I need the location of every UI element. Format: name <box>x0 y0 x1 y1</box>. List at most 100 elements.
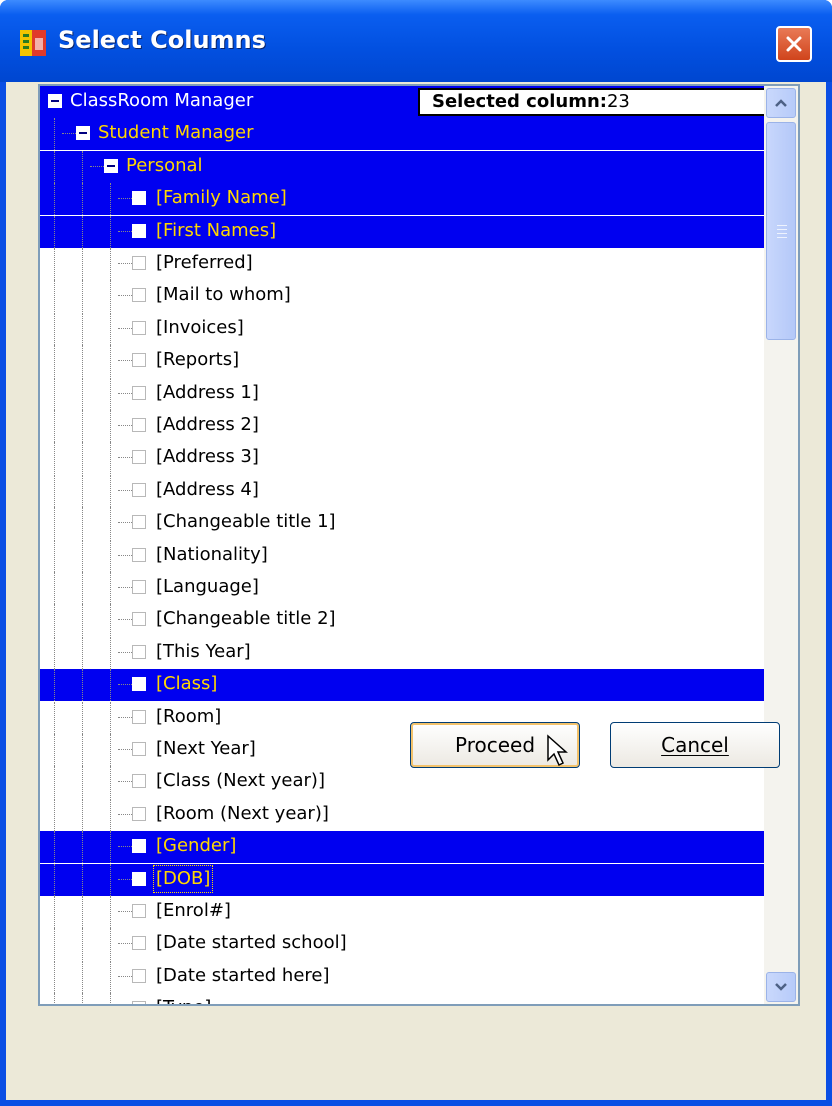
collapse-icon[interactable] <box>104 159 118 173</box>
tree-column-item[interactable]: [Invoices] <box>40 313 764 345</box>
column-checkbox[interactable] <box>132 418 146 432</box>
collapse-icon[interactable] <box>48 94 62 108</box>
tree-item-label: [Family Name] <box>156 187 287 208</box>
tree-column-item[interactable]: [Date started here] <box>40 961 764 993</box>
tree-connector-line <box>118 555 132 556</box>
tree-connector-line <box>118 490 132 491</box>
tree-guide-line <box>82 702 83 734</box>
tree-column-item[interactable]: [Reports] <box>40 345 764 377</box>
tree-column-item[interactable]: [Changeable title 1] <box>40 507 764 539</box>
column-checkbox[interactable] <box>132 321 146 335</box>
tree-guide-line <box>82 734 83 766</box>
collapse-icon[interactable] <box>76 126 90 140</box>
tree-column-item[interactable]: [Room (Next year)] <box>40 799 764 831</box>
app-icon <box>20 30 46 56</box>
tree-guide-line <box>110 864 111 896</box>
tree-guide-line <box>54 896 55 928</box>
tree-column-item[interactable]: [Class (Next year)] <box>40 766 764 798</box>
title-bar[interactable]: Select Columns <box>0 0 832 82</box>
column-checkbox[interactable] <box>132 224 146 238</box>
tree-column-item[interactable]: [Gender] <box>40 831 764 863</box>
column-checkbox[interactable] <box>132 904 146 918</box>
tree-column-item[interactable]: [Address 2] <box>40 410 764 442</box>
column-checkbox[interactable] <box>132 774 146 788</box>
tree-column-item[interactable]: [Nationality] <box>40 540 764 572</box>
column-checkbox[interactable] <box>132 645 146 659</box>
selected-count-value: 23 <box>606 91 630 112</box>
column-checkbox[interactable] <box>132 288 146 302</box>
column-checkbox[interactable] <box>132 807 146 821</box>
tree-guide-line <box>82 572 83 604</box>
cancel-button[interactable]: Cancel <box>610 722 780 768</box>
thumb-grip-line <box>777 237 787 238</box>
column-checkbox[interactable] <box>132 191 146 205</box>
tree-column-item[interactable]: [Language] <box>40 572 764 604</box>
cancel-label: Cancel <box>661 733 729 757</box>
column-checkbox[interactable] <box>132 612 146 626</box>
tree-guide-line <box>54 345 55 377</box>
tree-group-node[interactable]: Personal <box>40 151 764 183</box>
column-checkbox[interactable] <box>132 580 146 594</box>
scroll-up-button[interactable] <box>766 88 796 118</box>
column-checkbox[interactable] <box>132 969 146 983</box>
close-button[interactable] <box>776 26 812 62</box>
tree-guide-line <box>110 216 111 248</box>
column-checkbox[interactable] <box>132 256 146 270</box>
scroll-down-button[interactable] <box>766 972 796 1002</box>
tree-guide-line <box>82 928 83 960</box>
tree-guide-line <box>110 183 111 215</box>
tree-guide-line <box>82 831 83 863</box>
tree-guide-line <box>54 961 55 993</box>
tree-guide-line <box>54 734 55 766</box>
tree-guide-line <box>82 507 83 539</box>
tree-guide-line <box>110 475 111 507</box>
column-checkbox[interactable] <box>132 1001 146 1004</box>
tree-column-item[interactable]: [Mail to whom] <box>40 280 764 312</box>
column-checkbox[interactable] <box>132 710 146 724</box>
tree-guide-line <box>82 280 83 312</box>
chevron-up-icon <box>775 99 787 107</box>
tree-column-item[interactable]: [Class] <box>40 669 764 701</box>
column-checkbox[interactable] <box>132 677 146 691</box>
column-checkbox[interactable] <box>132 353 146 367</box>
tree-column-item[interactable]: [Address 3] <box>40 442 764 474</box>
tree-connector-line <box>118 652 132 653</box>
tree-guide-line <box>110 799 111 831</box>
tree-guide-line <box>110 928 111 960</box>
tree-column-item[interactable]: [Type] <box>40 993 764 1004</box>
tree-guide-line <box>82 637 83 669</box>
tree-group-node[interactable]: Student Manager <box>40 118 764 150</box>
tree-guide-line <box>110 734 111 766</box>
tree-guide-line <box>110 831 111 863</box>
scroll-thumb[interactable] <box>766 122 796 340</box>
tree-column-item[interactable]: [This Year] <box>40 637 764 669</box>
column-checkbox[interactable] <box>132 872 146 886</box>
column-checkbox[interactable] <box>132 839 146 853</box>
thumb-grip-line <box>777 225 787 226</box>
tree-column-item[interactable]: [Changeable title 2] <box>40 604 764 636</box>
tree-item-label: [Mail to whom] <box>156 284 291 305</box>
tree-column-item[interactable]: [Address 1] <box>40 378 764 410</box>
tree-column-item[interactable]: [Enrol#] <box>40 896 764 928</box>
tree-column-item[interactable]: [Date started school] <box>40 928 764 960</box>
column-tree[interactable]: ClassRoom Manager Student Manager Personal… <box>38 84 800 1006</box>
column-checkbox[interactable] <box>132 515 146 529</box>
tree-guide-line <box>82 216 83 248</box>
tree-guide-line <box>82 345 83 377</box>
vertical-scrollbar[interactable] <box>764 86 798 1004</box>
column-checkbox[interactable] <box>132 483 146 497</box>
tree-column-item[interactable]: [DOB] <box>40 864 764 896</box>
tree-connector-line <box>118 425 132 426</box>
tree-guide-line <box>110 378 111 410</box>
tree-column-item[interactable]: [Family Name] <box>40 183 764 215</box>
column-checkbox[interactable] <box>132 386 146 400</box>
tree-guide-line <box>82 248 83 280</box>
column-checkbox[interactable] <box>132 742 146 756</box>
tree-column-item[interactable]: [Preferred] <box>40 248 764 280</box>
column-checkbox[interactable] <box>132 450 146 464</box>
column-checkbox[interactable] <box>132 548 146 562</box>
tree-column-item[interactable]: [First Names] <box>40 216 764 248</box>
tree-guide-line <box>82 604 83 636</box>
column-checkbox[interactable] <box>132 936 146 950</box>
tree-column-item[interactable]: [Address 4] <box>40 475 764 507</box>
